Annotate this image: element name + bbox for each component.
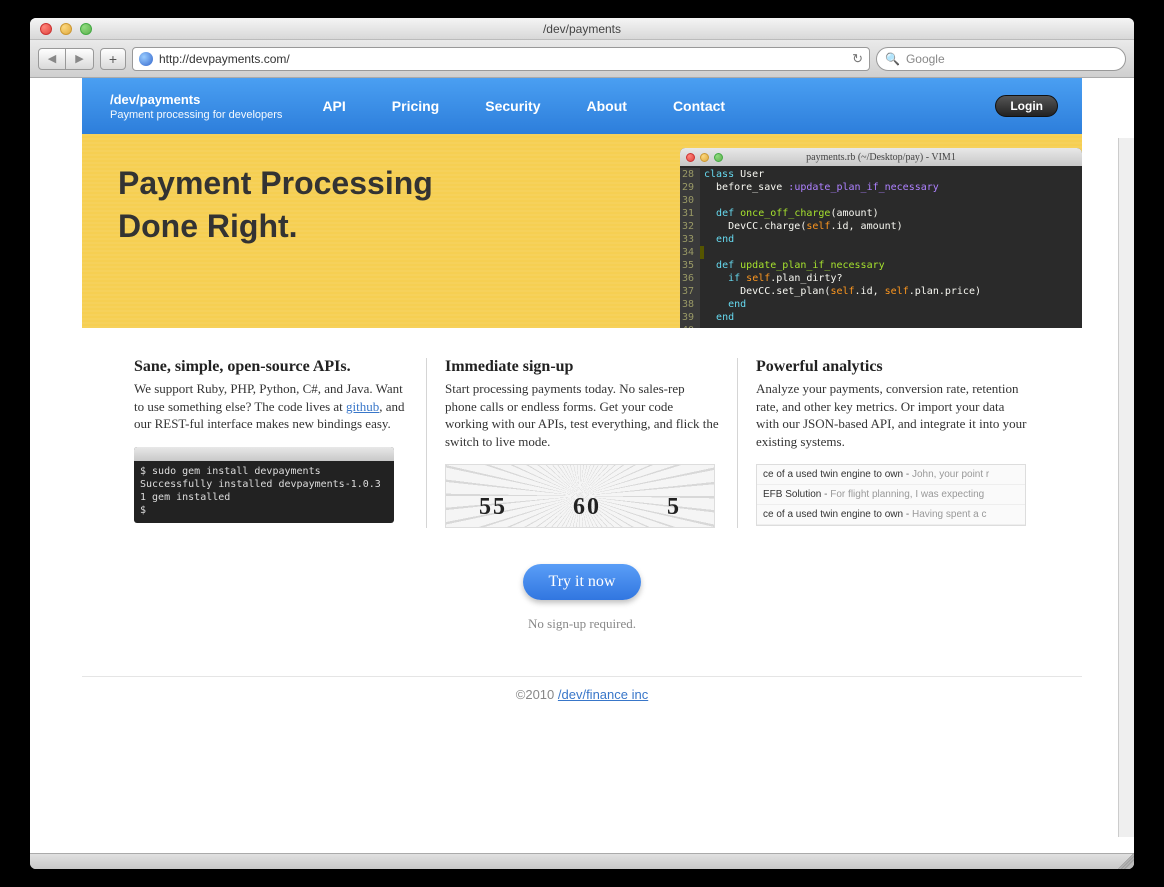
- minimize-icon[interactable]: [60, 23, 72, 35]
- nav-about[interactable]: About: [587, 98, 627, 114]
- zoom-icon[interactable]: [80, 23, 92, 35]
- feature-body: Analyze your payments, conversion rate, …: [756, 380, 1030, 450]
- titlebar: /dev/payments: [30, 18, 1134, 40]
- code-titlebar: payments.rb (~/Desktop/pay) - VIM1: [680, 148, 1082, 166]
- search-field[interactable]: 🔍 Google: [876, 47, 1126, 71]
- scrollbar[interactable]: [1118, 138, 1134, 837]
- feature-analytics: Powerful analytics Analyze your payments…: [738, 358, 1048, 528]
- search-placeholder: Google: [906, 52, 945, 66]
- window-title: /dev/payments: [30, 22, 1134, 36]
- footer: ©2010 /dev/finance inc: [82, 676, 1082, 732]
- feature-title: Immediate sign-up: [445, 358, 719, 376]
- forward-button[interactable]: ▶: [66, 48, 94, 70]
- nav-security[interactable]: Security: [485, 98, 540, 114]
- try-it-now-button[interactable]: Try it now: [523, 564, 642, 600]
- main-nav: API Pricing Security About Contact: [322, 98, 725, 114]
- add-bookmark-button[interactable]: +: [100, 48, 126, 70]
- footer-link[interactable]: /dev/finance inc: [558, 687, 648, 702]
- back-button[interactable]: ◀: [38, 48, 66, 70]
- analytics-snippet: ce of a used twin engine to own - John, …: [756, 464, 1026, 526]
- nav-buttons: ◀ ▶: [38, 48, 94, 70]
- nav-api[interactable]: API: [322, 98, 345, 114]
- url-text: http://devpayments.com/: [159, 52, 846, 66]
- feature-body: We support Ruby, PHP, Python, C#, and Ja…: [134, 380, 408, 433]
- brand[interactable]: /dev/payments Payment processing for dev…: [110, 92, 282, 121]
- cta-subtext: No sign-up required.: [82, 616, 1082, 632]
- browser-window: /dev/payments ◀ ▶ + http://devpayments.c…: [30, 18, 1134, 869]
- viewport: /dev/payments Payment processing for dev…: [30, 78, 1134, 853]
- code-editor: payments.rb (~/Desktop/pay) - VIM1 28cla…: [680, 148, 1082, 328]
- feature-apis: Sane, simple, open-source APIs. We suppo…: [116, 358, 426, 528]
- terminal-header: [134, 447, 394, 461]
- page: /dev/payments Payment processing for dev…: [82, 78, 1082, 672]
- globe-icon: [139, 52, 153, 66]
- brand-name: /dev/payments: [110, 92, 282, 107]
- site-header: /dev/payments Payment processing for dev…: [82, 78, 1082, 134]
- terminal-snippet: $ sudo gem install devpaymentsSuccessful…: [134, 447, 394, 523]
- resize-handle[interactable]: [1118, 853, 1134, 869]
- url-bar[interactable]: http://devpayments.com/ ↻: [132, 47, 870, 71]
- clock-image: 55 60 5: [445, 464, 715, 528]
- hero: Payment Processing Done Right. payments.…: [82, 134, 1082, 328]
- toolbar: ◀ ▶ + http://devpayments.com/ ↻ 🔍 Google: [30, 40, 1134, 78]
- statusbar: [30, 853, 1134, 869]
- brand-tagline: Payment processing for developers: [110, 109, 282, 121]
- feature-title: Sane, simple, open-source APIs.: [134, 358, 408, 376]
- features: Sane, simple, open-source APIs. We suppo…: [82, 328, 1082, 552]
- window-controls: [30, 23, 92, 35]
- nav-contact[interactable]: Contact: [673, 98, 725, 114]
- nav-pricing[interactable]: Pricing: [392, 98, 439, 114]
- feature-title: Powerful analytics: [756, 358, 1030, 376]
- search-icon: 🔍: [885, 52, 900, 66]
- code-title: payments.rb (~/Desktop/pay) - VIM1: [680, 152, 1082, 163]
- feature-signup: Immediate sign-up Start processing payme…: [426, 358, 738, 528]
- hero-headline: Payment Processing Done Right.: [118, 162, 433, 248]
- reload-icon[interactable]: ↻: [852, 51, 863, 67]
- feature-body: Start processing payments today. No sale…: [445, 380, 719, 450]
- cta: Try it now No sign-up required.: [82, 552, 1082, 672]
- close-icon[interactable]: [40, 23, 52, 35]
- code-body: 28class User29 before_save :update_plan_…: [680, 166, 1082, 328]
- login-button[interactable]: Login: [995, 95, 1058, 117]
- github-link[interactable]: github: [346, 399, 379, 414]
